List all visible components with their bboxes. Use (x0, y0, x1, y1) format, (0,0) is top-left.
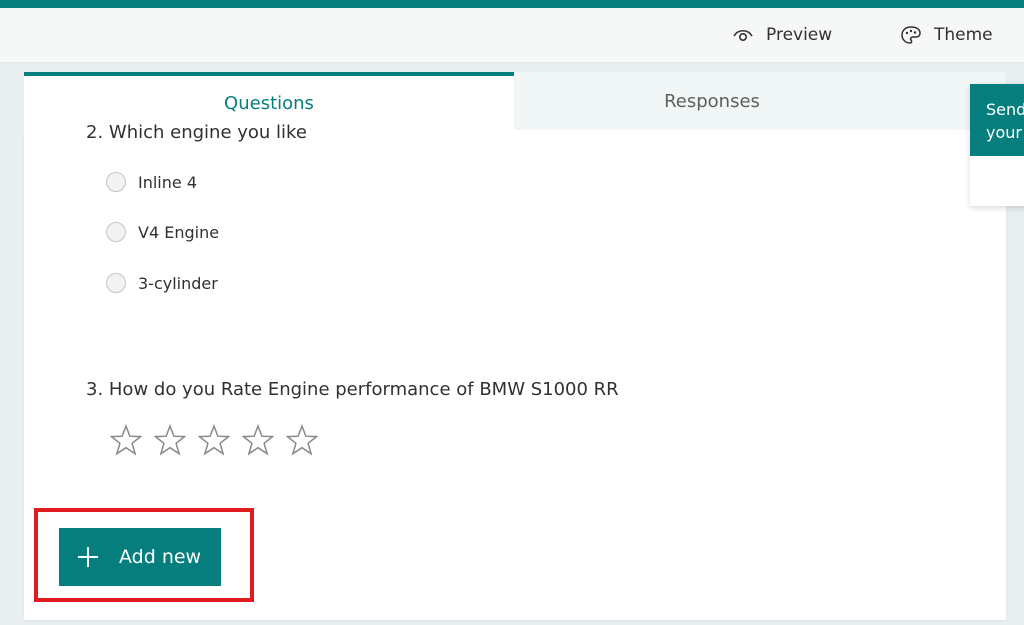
send-panel-header: Send your (970, 84, 1024, 156)
question-3-title: 3. How do you Rate Engine performance of… (86, 379, 619, 400)
star-icon[interactable] (154, 424, 186, 456)
preview-button[interactable]: Preview (732, 8, 832, 62)
radio-button[interactable] (106, 273, 126, 293)
theme-button[interactable]: Theme (900, 8, 993, 62)
option-inline-4[interactable]: Inline 4 (106, 172, 197, 192)
option-label: Inline 4 (138, 172, 197, 192)
star-icon[interactable] (286, 424, 318, 456)
option-v4-engine[interactable]: V4 Engine (106, 222, 219, 242)
top-accent-bar (0, 0, 1024, 8)
star-icon[interactable] (110, 424, 142, 456)
theme-label: Theme (934, 25, 993, 45)
add-new-label: Add new (119, 546, 202, 568)
plus-icon (78, 547, 98, 567)
send-line-2: your (986, 123, 1022, 142)
add-new-button[interactable]: Add new (59, 528, 221, 586)
preview-label: Preview (766, 25, 833, 45)
star-icon[interactable] (198, 424, 230, 456)
questions-card: 2. Which engine you like Inline 4 V4 Eng… (24, 122, 1006, 620)
top-toolbar: Preview Theme (0, 8, 1024, 63)
option-label: V4 Engine (138, 222, 220, 242)
tab-responses[interactable]: Responses (514, 72, 910, 130)
send-panel: Send your (970, 84, 1024, 206)
question-2-title: 2. Which engine you like (86, 122, 307, 143)
star-icon[interactable] (242, 424, 274, 456)
radio-button[interactable] (106, 172, 126, 192)
eye-icon (732, 27, 754, 43)
palette-icon (900, 25, 922, 45)
send-line-1: Send (986, 100, 1024, 119)
option-label: 3-cylinder (138, 273, 218, 293)
star-rating (110, 424, 318, 456)
option-3-cylinder[interactable]: 3-cylinder (106, 273, 218, 293)
radio-button[interactable] (106, 222, 126, 242)
